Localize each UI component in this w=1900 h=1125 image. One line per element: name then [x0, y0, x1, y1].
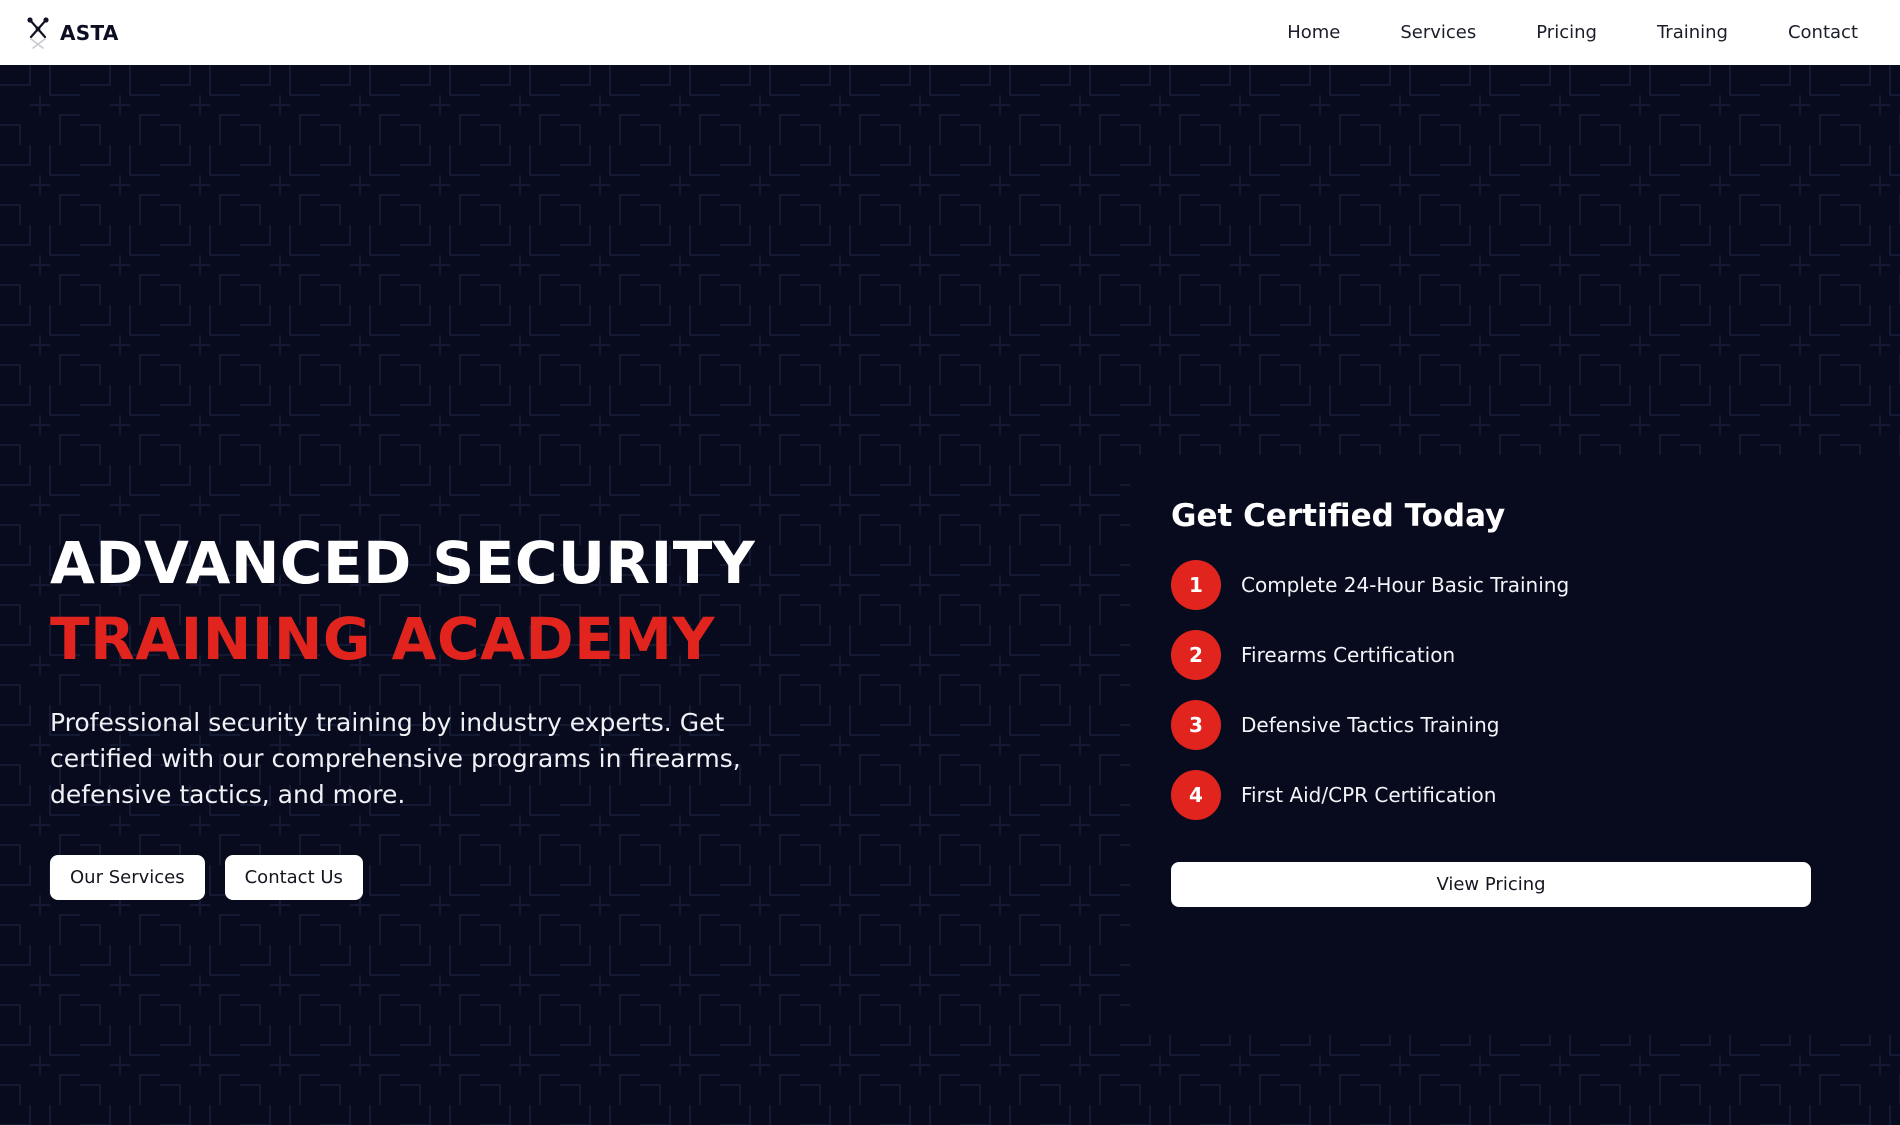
crossed-weapons-icon — [27, 16, 49, 49]
hero-title: ADVANCED SECURITY TRAINING ACADEMY — [50, 525, 810, 677]
step-number-badge: 1 — [1171, 560, 1221, 610]
step-item: 4 First Aid/CPR Certification — [1171, 770, 1900, 820]
hero-description: Professional security training by indust… — [50, 708, 741, 809]
main-nav: Home Services Pricing Training Contact — [1287, 22, 1858, 43]
nav-services[interactable]: Services — [1400, 22, 1476, 43]
step-label: Defensive Tactics Training — [1241, 713, 1500, 737]
brand-name: ASTA — [60, 20, 119, 45]
step-label: Firearms Certification — [1241, 643, 1456, 667]
contact-us-button[interactable]: Contact Us — [224, 855, 363, 900]
hero-section: ADVANCED SECURITY TRAINING ACADEMY Profe… — [0, 65, 1900, 1125]
step-label: Complete 24-Hour Basic Training — [1241, 573, 1570, 597]
certification-card: Get Certified Today 1 Complete 24-Hour B… — [1130, 455, 1900, 1035]
hero-title-line2: TRAINING ACADEMY — [50, 605, 715, 673]
nav-pricing[interactable]: Pricing — [1536, 22, 1597, 43]
our-services-button[interactable]: Our Services — [50, 855, 205, 900]
hero-content: ADVANCED SECURITY TRAINING ACADEMY Profe… — [50, 525, 810, 900]
step-number-badge: 2 — [1171, 630, 1221, 680]
hero-actions: Our Services Contact Us — [50, 855, 810, 900]
view-pricing-button[interactable]: View Pricing — [1171, 862, 1811, 907]
step-number-badge: 4 — [1171, 770, 1221, 820]
top-navbar: ASTA Home Services Pricing Training Cont… — [0, 0, 1900, 65]
certification-steps: 1 Complete 24-Hour Basic Training 2 Fire… — [1171, 560, 1900, 820]
certification-title: Get Certified Today — [1171, 498, 1506, 534]
step-number-badge: 3 — [1171, 700, 1221, 750]
step-label: First Aid/CPR Certification — [1241, 783, 1497, 807]
step-item: 1 Complete 24-Hour Basic Training — [1171, 560, 1900, 610]
step-item: 2 Firearms Certification — [1171, 630, 1900, 680]
brand-logo[interactable]: ASTA — [26, 16, 119, 50]
nav-contact[interactable]: Contact — [1788, 22, 1858, 43]
hero-title-line1: ADVANCED SECURITY — [50, 529, 756, 597]
step-item: 3 Defensive Tactics Training — [1171, 700, 1900, 750]
nav-home[interactable]: Home — [1287, 22, 1340, 43]
nav-training[interactable]: Training — [1657, 22, 1728, 43]
